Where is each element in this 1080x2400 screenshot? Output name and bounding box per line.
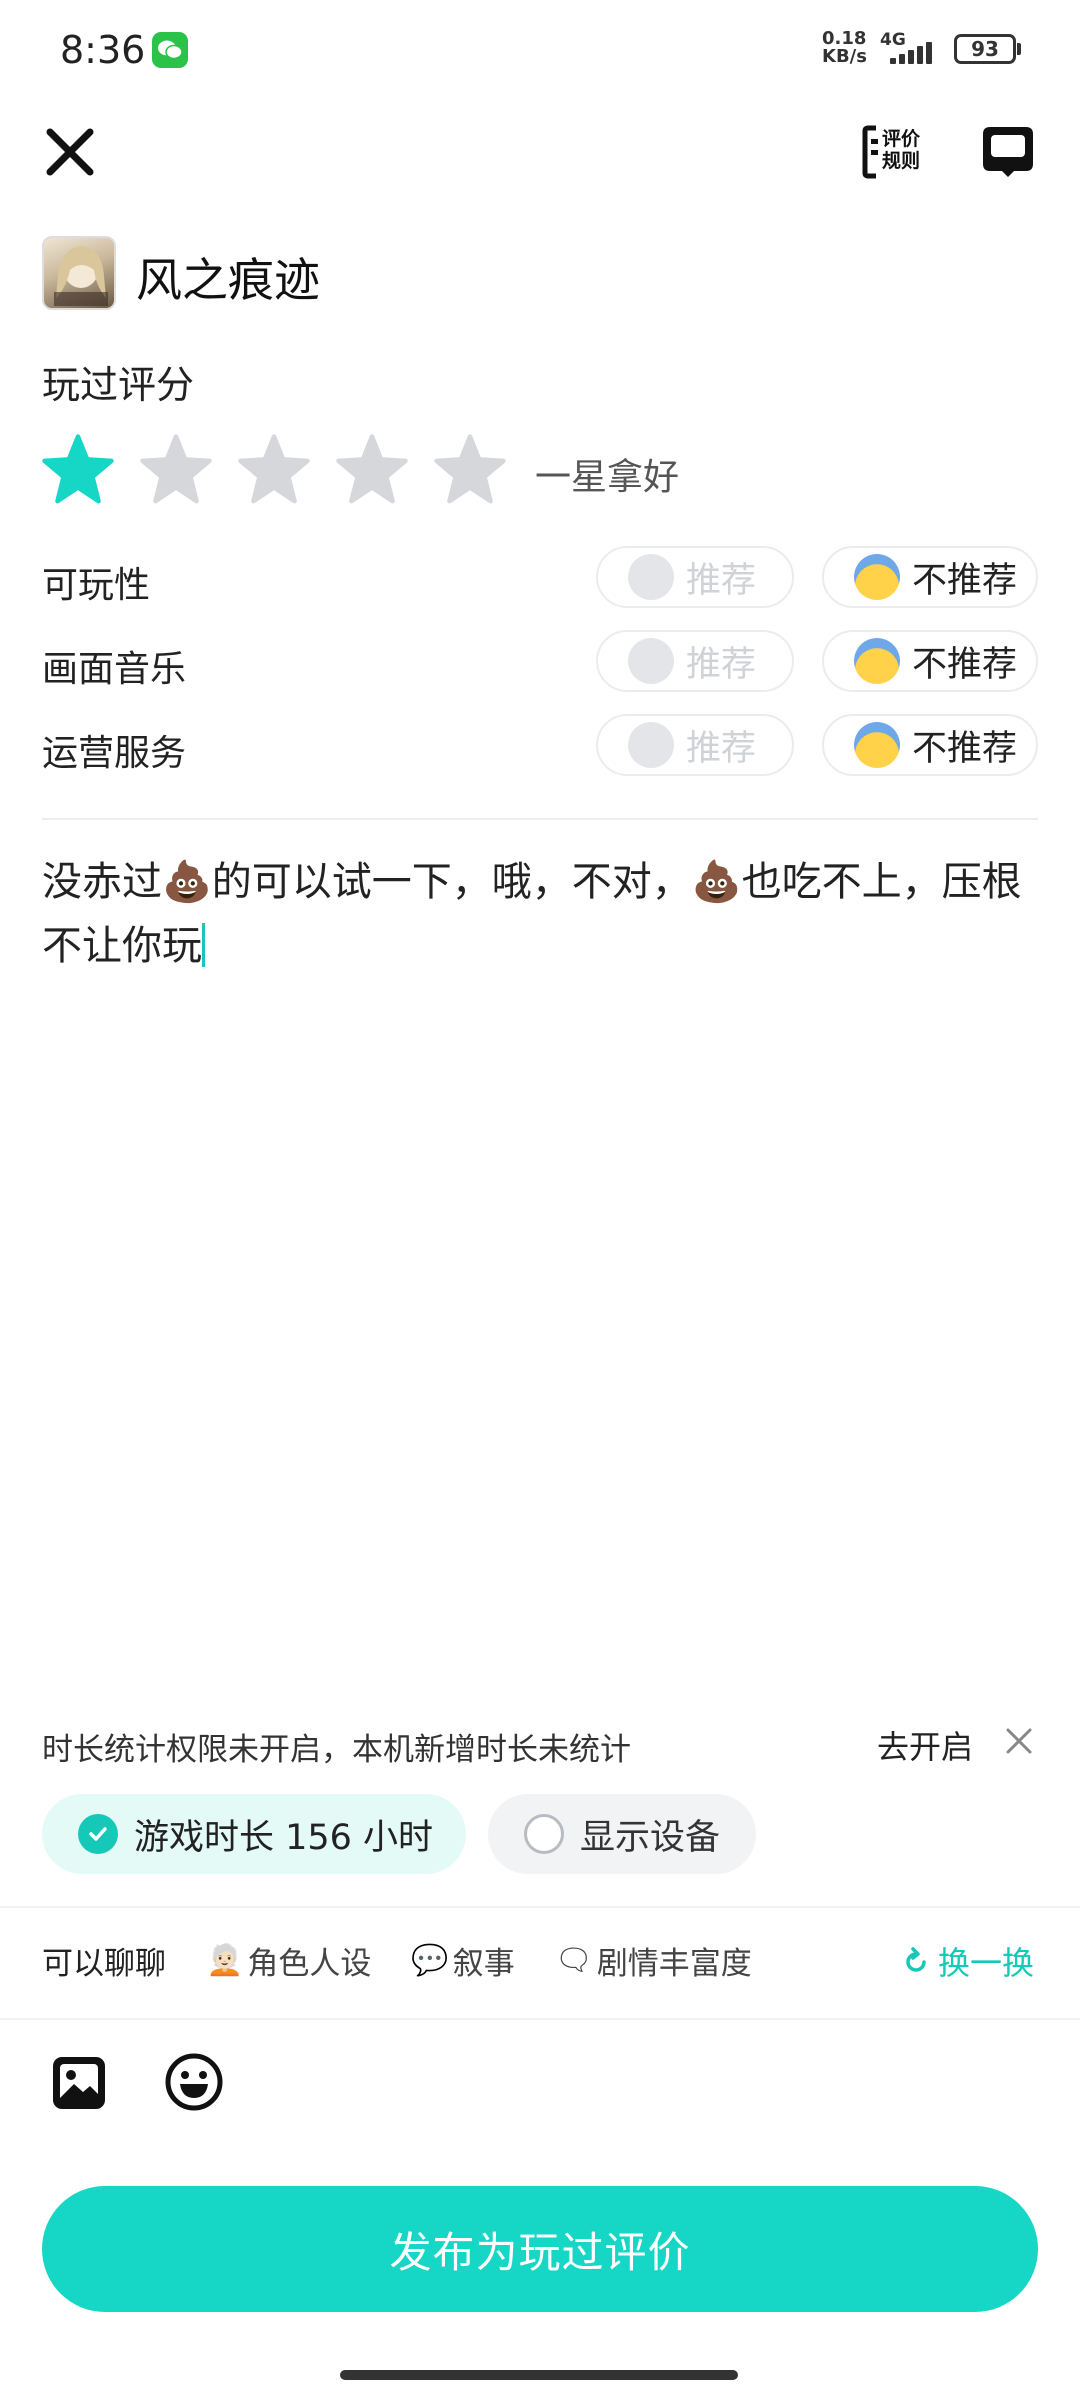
star-filled-icon[interactable] [40,432,116,508]
status-time: 8:36 [60,28,146,72]
battery-indicator: 93 [954,34,1016,64]
topic-plot-richness[interactable]: 🗨 剧情丰富度 [555,1938,752,1983]
signal-icon [890,42,940,64]
star-empty-icon[interactable] [334,432,410,508]
aspect-row-visual-audio: 画面音乐 推荐 不推荐 [42,630,1042,694]
notice-close-button[interactable] [1004,1726,1034,1756]
aspect-row-gameplay: 可玩性 推荐 不推荐 [42,546,1042,610]
worried-face-icon [854,638,900,684]
topic-suggestions: 可以聊聊 🧑🏻‍🦳 角色人设 💬 叙事 🗨 剧情丰富度 [42,1938,752,1983]
not-recommend-label: 不推荐 [912,560,1018,601]
message-icon [983,127,1033,177]
neutral-face-icon [628,722,674,768]
not-recommend-button[interactable]: 不推荐 [822,714,1038,776]
game-cover-image [42,236,116,310]
aspect-label: 可玩性 [42,565,151,606]
topic-label: 剧情丰富度 [596,1946,752,1982]
topic-narrative[interactable]: 💬 叙事 [411,1938,514,1983]
text-caret [202,923,205,967]
unchecked-radio-icon [524,1814,564,1854]
rating-caption: 一星拿好 [535,457,680,498]
topic-label: 叙事 [452,1946,515,1982]
not-recommend-label: 不推荐 [912,644,1018,685]
recommend-button[interactable]: 推荐 [596,546,794,608]
network-speed: 0.18 KB/s [822,28,867,67]
review-textarea[interactable]: 没赤过💩的可以试一下，哦，不对，💩也吃不上，压根不让你玩 [42,850,1042,978]
rules-label-line1: 评价 [882,128,921,150]
playtime-permission-notice: 时长统计权限未开启，本机新增时长未统计 [42,1732,631,1768]
speech-bubble-icon: 💬 [411,1943,449,1978]
playtime-chip[interactable]: 游戏时长 156 小时 [42,1794,466,1874]
worried-face-icon [854,722,900,768]
rules-label-line2: 规则 [882,150,921,172]
divider [0,2018,1080,2020]
neutral-face-icon [628,638,674,684]
insert-image-button[interactable] [50,2054,108,2112]
not-recommend-label: 不推荐 [912,728,1018,769]
recommend-label: 推荐 [686,728,757,769]
refresh-icon [906,1947,926,1972]
not-recommend-button[interactable]: 不推荐 [822,546,1038,608]
chat-bubble-icon: 🗨 [554,1943,593,1978]
review-rules-button[interactable]: 评价 规则 [862,122,928,182]
insert-emoji-button[interactable] [164,2052,224,2112]
rating-section-title: 玩过评分 [42,363,195,407]
divider [0,1906,1080,1908]
home-indicator[interactable] [340,2370,738,2380]
image-icon [53,2057,105,2109]
show-device-label: 显示设备 [580,1817,721,1858]
recommend-label: 推荐 [686,560,757,601]
divider [42,818,1038,820]
refresh-label: 换一换 [938,1944,1035,1982]
star-empty-icon[interactable] [236,432,312,508]
recommend-button[interactable]: 推荐 [596,714,794,776]
publish-review-button[interactable]: 发布为玩过评价 [42,2186,1038,2312]
topic-character[interactable]: 🧑🏻‍🦳 角色人设 [206,1938,371,1983]
game-title: 风之痕迹 [136,253,320,307]
wechat-notification-icon [152,32,188,68]
show-device-chip[interactable]: 显示设备 [488,1794,756,1874]
topic-lead: 可以聊聊 [42,1946,166,1982]
topic-label: 角色人设 [247,1946,372,1982]
close-icon [1006,1728,1032,1754]
aspect-row-operations: 运营服务 推荐 不推荐 [42,714,1042,778]
aspect-label: 画面音乐 [42,649,187,690]
close-icon [46,128,94,176]
checked-icon [78,1814,118,1854]
message-button[interactable] [980,124,1036,180]
emoji-icon [165,2053,223,2111]
enable-permission-link[interactable]: 去开启 [877,1722,973,1768]
recommend-button[interactable]: 推荐 [596,630,794,692]
recommend-label: 推荐 [686,644,757,685]
star-empty-icon[interactable] [138,432,214,508]
star-empty-icon[interactable] [432,432,508,508]
aspect-label: 运营服务 [42,733,187,774]
neutral-face-icon [628,554,674,600]
not-recommend-button[interactable]: 不推荐 [822,630,1038,692]
review-text: 没赤过💩的可以试一下，哦，不对，💩也吃不上，压根不让你玩 [42,859,1022,969]
worried-face-icon [854,554,900,600]
refresh-topics-button[interactable]: 换一换 [902,1938,1034,1984]
character-icon: 🧑🏻‍🦳 [206,1943,244,1978]
close-button[interactable] [40,122,100,182]
playtime-chip-label: 游戏时长 156 小时 [134,1817,434,1858]
star-rating[interactable] [40,432,508,508]
battery-tip [1017,43,1021,55]
